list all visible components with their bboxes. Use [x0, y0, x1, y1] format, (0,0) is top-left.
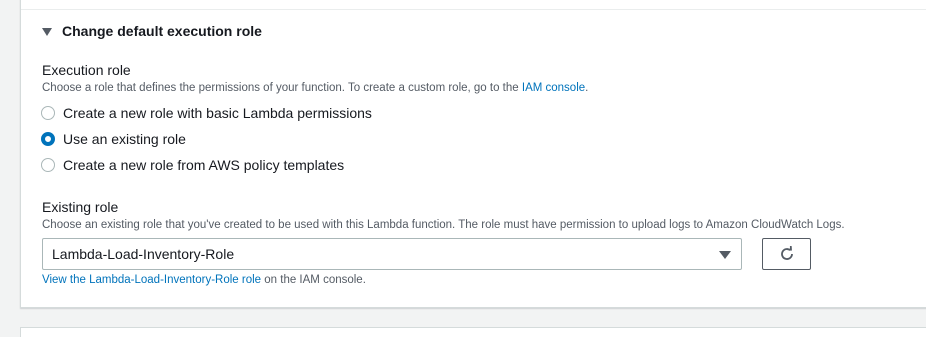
- execution-role-description-text: Choose a role that defines the permissio…: [42, 82, 522, 94]
- radio-button[interactable]: [41, 158, 55, 172]
- next-panel: [20, 327, 926, 337]
- existing-role-selected-value: Lambda-Load-Inventory-Role: [52, 246, 235, 262]
- radio-label: Create a new role with basic Lambda perm…: [63, 105, 372, 121]
- execution-role-description: Choose a role that defines the permissio…: [42, 82, 588, 94]
- radio-button[interactable]: [41, 106, 55, 120]
- advanced-settings-panel: Change default execution role Execution …: [20, 0, 926, 308]
- view-role-suffix: on the IAM console.: [261, 274, 366, 286]
- change-default-execution-role-expander[interactable]: Change default execution role: [42, 23, 262, 39]
- radio-create-from-templates[interactable]: Create a new role from AWS policy templa…: [41, 157, 344, 173]
- view-role-line: View the Lambda-Load-Inventory-Role role…: [42, 274, 366, 286]
- view-role-link[interactable]: View the Lambda-Load-Inventory-Role role: [42, 274, 261, 286]
- radio-label: Create a new role from AWS policy templa…: [63, 157, 345, 173]
- radio-create-basic-role[interactable]: Create a new role with basic Lambda perm…: [41, 105, 372, 121]
- execution-role-description-suffix: .: [585, 82, 589, 94]
- radio-button-selected[interactable]: [41, 132, 55, 146]
- radio-label: Use an existing role: [63, 131, 186, 147]
- expander-title: Change default execution role: [62, 23, 262, 39]
- caret-down-icon: [42, 27, 52, 36]
- panel-divider: [21, 9, 926, 10]
- execution-role-label: Execution role: [42, 62, 131, 78]
- refresh-roles-button[interactable]: [762, 238, 811, 270]
- existing-role-select[interactable]: Lambda-Load-Inventory-Role: [42, 238, 742, 270]
- existing-role-description: Choose an existing role that you've crea…: [42, 219, 845, 231]
- existing-role-label: Existing role: [42, 199, 119, 215]
- dropdown-caret-icon: [719, 251, 731, 259]
- page: Change default execution role Execution …: [0, 0, 926, 337]
- refresh-icon: [780, 246, 793, 260]
- iam-console-link[interactable]: IAM console: [522, 82, 585, 94]
- radio-use-existing-role[interactable]: Use an existing role: [41, 131, 186, 147]
